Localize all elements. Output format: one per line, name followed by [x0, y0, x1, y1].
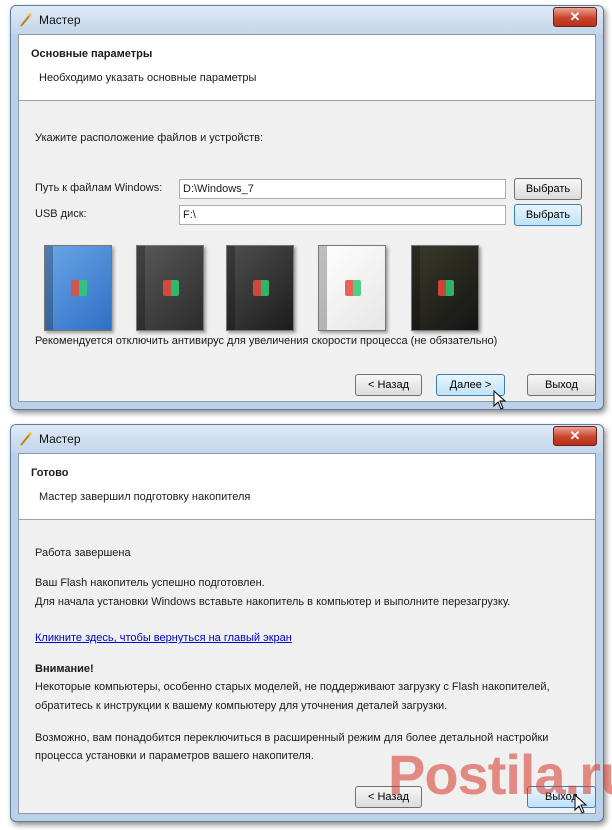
home-link[interactable]: Кликните здесь, чтобы вернуться на главы… — [35, 632, 292, 644]
title-bar[interactable]: Мастер ✕ — [11, 6, 603, 34]
warning-line-1: Некоторые компьютеры, особенно старых мо… — [35, 681, 550, 693]
windows-vista-box — [226, 245, 294, 331]
box-spine — [412, 246, 420, 330]
windows-logo-icon — [345, 280, 361, 296]
window-title: Мастер — [39, 432, 81, 446]
windows-logo-icon — [163, 280, 179, 296]
back-button[interactable]: < Назад — [355, 374, 422, 396]
wand-icon — [20, 13, 32, 27]
success-line-2: Для начала установки Windows вставьте на… — [35, 596, 511, 608]
windows-xp-media-center-box — [136, 245, 204, 331]
success-line-1: Ваш Flash накопитель успешно подготовлен… — [35, 577, 265, 589]
antivirus-notice: Рекомендуется отключить антивирус для ув… — [35, 335, 498, 347]
usb-label: USB диск: — [35, 208, 87, 220]
title-bar[interactable]: Мастер ✕ — [11, 425, 603, 453]
section-label: Укажите расположение файлов и устройств: — [35, 132, 264, 144]
warning-line-2: обратитесь к инструкции к вашему компьют… — [35, 700, 448, 712]
window-title: Мастер — [39, 13, 81, 27]
header-panel: Основные параметры Необходимо указать ос… — [19, 35, 595, 101]
windows-logo-icon — [438, 280, 454, 296]
warning-title: Внимание! — [35, 663, 94, 675]
box-spine — [137, 246, 145, 330]
windows-7-box — [411, 245, 479, 331]
box-spine — [227, 246, 235, 330]
windows-path-label: Путь к файлам Windows: — [35, 182, 163, 194]
done-text: Работа завершена — [35, 547, 131, 559]
windows-logo-icon — [253, 280, 269, 296]
windows-path-input[interactable]: D:\Windows_7 — [179, 179, 506, 199]
header-panel: Готово Мастер завершил подготовку накопи… — [19, 454, 595, 520]
header-title: Основные параметры — [31, 48, 153, 60]
close-button[interactable]: ✕ — [553, 7, 597, 27]
box-spine — [45, 246, 53, 330]
windows-vista-white-box — [318, 245, 386, 331]
windows-logo-icon — [71, 280, 87, 296]
exit-button[interactable]: Выход — [527, 374, 596, 396]
usb-input[interactable]: F:\ — [179, 205, 506, 225]
browse-usb-button[interactable]: Выбрать — [514, 204, 582, 226]
close-button[interactable]: ✕ — [553, 426, 597, 446]
client-area: Основные параметры Необходимо указать ос… — [18, 34, 596, 410]
windows-xp-box — [44, 245, 112, 331]
wizard-window-settings: Мастер ✕ Основные параметры Необходимо у… — [10, 5, 604, 410]
watermark-text: Postila.ru — [388, 743, 612, 806]
browse-windows-button[interactable]: Выбрать — [514, 178, 582, 200]
box-spine — [319, 246, 327, 330]
hint-line-2: процесса установки и параметров вашего н… — [35, 750, 314, 762]
wand-icon — [20, 432, 32, 446]
header-title: Готово — [31, 467, 69, 479]
header-subtitle: Мастер завершил подготовку накопителя — [39, 491, 251, 503]
mouse-cursor-icon — [493, 390, 507, 410]
header-subtitle: Необходимо указать основные параметры — [39, 72, 257, 84]
